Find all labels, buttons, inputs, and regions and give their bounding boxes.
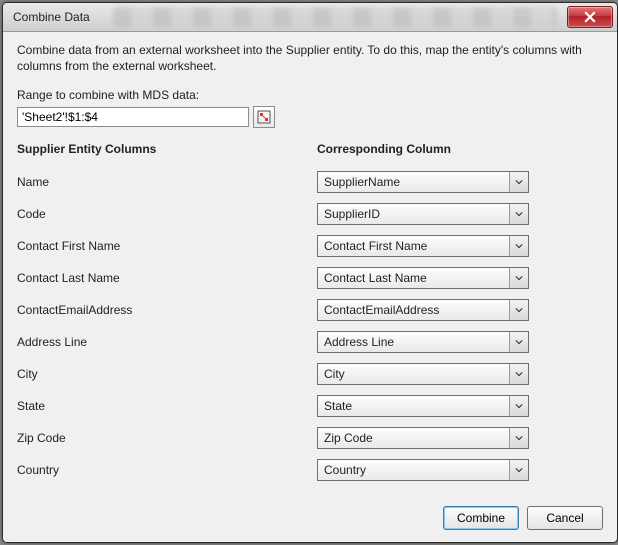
dialog-footer: Combine Cancel <box>17 496 603 542</box>
titlebar-background <box>113 7 557 27</box>
mapping-row: NameSupplierName <box>17 166 603 198</box>
corresponding-column-combo[interactable]: ContactEmailAddress <box>317 299 529 321</box>
chevron-down-icon <box>515 306 523 314</box>
combo-arrow <box>509 396 528 416</box>
corresponding-column-combo[interactable]: Zip Code <box>317 427 529 449</box>
titlebar: Combine Data <box>3 3 617 32</box>
entity-column-label: Contact Last Name <box>17 271 317 285</box>
range-label: Range to combine with MDS data: <box>17 88 603 102</box>
combine-data-dialog: Combine Data Combine data from an extern… <box>2 2 618 543</box>
chevron-down-icon <box>515 274 523 282</box>
chevron-down-icon <box>515 370 523 378</box>
corresponding-column-combo[interactable]: Contact Last Name <box>317 267 529 289</box>
cancel-button[interactable]: Cancel <box>527 506 603 530</box>
combo-arrow <box>509 268 528 288</box>
dialog-body: Combine data from an external worksheet … <box>3 32 617 542</box>
window-title: Combine Data <box>13 10 90 24</box>
combo-value: City <box>318 367 509 381</box>
chevron-down-icon <box>515 434 523 442</box>
close-button[interactable] <box>567 6 613 28</box>
mapping-row: CountryCountry <box>17 454 603 486</box>
corresponding-column-combo[interactable]: SupplierName <box>317 171 529 193</box>
chevron-down-icon <box>515 402 523 410</box>
mapping-row: CodeSupplierID <box>17 198 603 230</box>
combo-arrow <box>509 300 528 320</box>
combo-value: Country <box>318 463 509 477</box>
entity-column-label: Name <box>17 175 317 189</box>
combo-value: ContactEmailAddress <box>318 303 509 317</box>
combo-value: Contact Last Name <box>318 271 509 285</box>
entity-column-label: ContactEmailAddress <box>17 303 317 317</box>
mapping-rows: NameSupplierNameCodeSupplierIDContact Fi… <box>17 166 603 486</box>
mapping-row: Contact Last NameContact Last Name <box>17 262 603 294</box>
entity-column-label: City <box>17 367 317 381</box>
chevron-down-icon <box>515 466 523 474</box>
entity-column-label: State <box>17 399 317 413</box>
combo-value: State <box>318 399 509 413</box>
entity-columns-header: Supplier Entity Columns <box>17 142 317 156</box>
combine-button[interactable]: Combine <box>443 506 519 530</box>
mapping-row: Zip CodeZip Code <box>17 422 603 454</box>
combo-arrow <box>509 204 528 224</box>
chevron-down-icon <box>515 178 523 186</box>
combo-arrow <box>509 172 528 192</box>
description-text: Combine data from an external worksheet … <box>17 42 603 74</box>
range-picker-icon <box>257 110 271 124</box>
mapping-row: Contact First NameContact First Name <box>17 230 603 262</box>
combo-arrow <box>509 428 528 448</box>
combo-arrow <box>509 332 528 352</box>
corresponding-column-combo[interactable]: SupplierID <box>317 203 529 225</box>
corresponding-column-combo[interactable]: Address Line <box>317 331 529 353</box>
chevron-down-icon <box>515 210 523 218</box>
mapping-row: StateState <box>17 390 603 422</box>
combo-value: Contact First Name <box>318 239 509 253</box>
close-icon <box>584 11 596 23</box>
combo-value: Zip Code <box>318 431 509 445</box>
entity-column-label: Zip Code <box>17 431 317 445</box>
combo-value: SupplierID <box>318 207 509 221</box>
column-headers: Supplier Entity Columns Corresponding Co… <box>17 142 603 156</box>
combo-value: Address Line <box>318 335 509 349</box>
combo-arrow <box>509 364 528 384</box>
mapping-row: Address LineAddress Line <box>17 326 603 358</box>
entity-column-label: Address Line <box>17 335 317 349</box>
entity-column-label: Contact First Name <box>17 239 317 253</box>
chevron-down-icon <box>515 242 523 250</box>
mapping-row: CityCity <box>17 358 603 390</box>
corresponding-column-combo[interactable]: City <box>317 363 529 385</box>
entity-column-label: Code <box>17 207 317 221</box>
range-input[interactable] <box>17 107 249 127</box>
corresponding-column-combo[interactable]: State <box>317 395 529 417</box>
combo-arrow <box>509 236 528 256</box>
combo-arrow <box>509 460 528 480</box>
corresponding-column-combo[interactable]: Country <box>317 459 529 481</box>
corresponding-column-combo[interactable]: Contact First Name <box>317 235 529 257</box>
combo-value: SupplierName <box>318 175 509 189</box>
corresponding-column-header: Corresponding Column <box>317 142 451 156</box>
range-row <box>17 106 603 128</box>
entity-column-label: Country <box>17 463 317 477</box>
range-picker-button[interactable] <box>253 106 275 128</box>
mapping-row: ContactEmailAddressContactEmailAddress <box>17 294 603 326</box>
chevron-down-icon <box>515 338 523 346</box>
